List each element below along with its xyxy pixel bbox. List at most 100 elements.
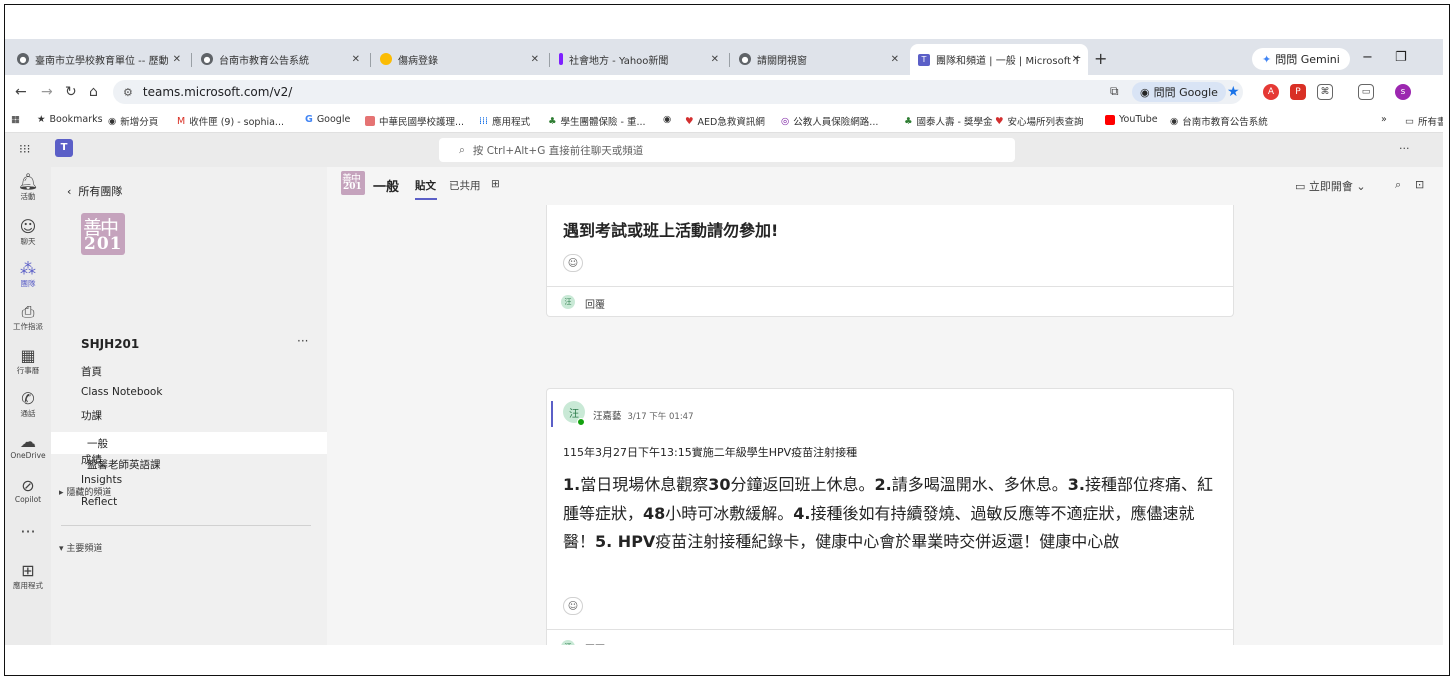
meet-now-button[interactable]: ▭ 立即開會 ⌄	[1295, 178, 1366, 194]
add-tab-icon[interactable]: ⊞	[491, 178, 500, 190]
app-icon	[380, 53, 392, 65]
body-segment: 4.	[793, 503, 811, 523]
team-nav-homework[interactable]: 功課	[81, 408, 102, 423]
bookmark-label: 所有書	[1417, 117, 1443, 128]
site-info-icon[interactable]: ⚙	[123, 86, 133, 99]
browser-tab[interactable]: ● 請關閉視窗 ✕	[731, 45, 907, 73]
close-icon[interactable]: ✕	[352, 54, 360, 65]
more-bookmarks-icon[interactable]: »	[1381, 114, 1387, 125]
channel-logo-line2: 201	[343, 182, 362, 192]
team-nav-class-notebook[interactable]: Class Notebook	[81, 386, 162, 398]
bookmark-label: 應用程式	[492, 117, 531, 128]
close-icon[interactable]: ✕	[711, 54, 719, 65]
app-launcher-icon[interactable]: ⁝⁝⁝	[19, 142, 30, 156]
expand-icon[interactable]: ⊡	[1415, 178, 1424, 191]
chevron-left-icon: ‹	[67, 185, 79, 198]
tab-shared[interactable]: 已共用	[449, 178, 481, 193]
new-tab-button[interactable]: +	[1094, 49, 1107, 68]
close-icon[interactable]: ✕	[531, 54, 539, 65]
gemini-button[interactable]: ✦ 問問 Gemini	[1252, 48, 1350, 70]
gmail-icon: M	[177, 115, 186, 127]
all-bookmarks[interactable]: ▭所有書	[1405, 114, 1443, 129]
ask-google-button[interactable]: ◉ 問問 Google	[1132, 82, 1226, 102]
assignments-icon: ⎙	[21, 302, 35, 321]
reply-row[interactable]: 汪 回覆	[547, 286, 1233, 316]
heart-icon: ♥	[685, 115, 694, 127]
author-name[interactable]: 汪嘉藝	[593, 411, 622, 422]
reload-icon[interactable]: ↻	[65, 84, 77, 100]
bookmark-item[interactable]: ◉ 新增分頁	[108, 114, 158, 129]
tab-strip: ● 臺南市立學校教育單位 -- 歷動 ✕ ● 台南市教育公告系統 ✕ 傷病登錄 …	[5, 39, 1443, 75]
bookmark-item[interactable]: ⁞⁞⁞ 應用程式	[479, 114, 531, 129]
tab-posts[interactable]: 貼文	[415, 178, 436, 193]
bookmark-label: 收件匣 (9) - sophia...	[189, 117, 284, 128]
add-reaction-icon[interactable]: ☺	[563, 597, 583, 615]
close-icon[interactable]: ✕	[173, 54, 181, 65]
channel-general[interactable]: 一般	[87, 436, 108, 451]
team-name[interactable]: SHJH201	[81, 337, 139, 351]
sidepanel-icon[interactable]: ▭	[1358, 84, 1374, 100]
search-icon[interactable]: ⌕	[1395, 178, 1401, 192]
tab-title: 台南市教育公告系統	[219, 55, 309, 67]
rail-chat[interactable]: ☺ 聊天	[5, 218, 51, 247]
reply-row[interactable]: 汪 回覆	[547, 629, 1233, 645]
url-text: teams.microsoft.com/v2/	[142, 85, 293, 99]
browser-tab[interactable]: 傷病登錄 ✕	[372, 45, 547, 73]
bookmark-item[interactable]: ♣ 學生團體保險 - 重...	[548, 114, 646, 129]
search-input[interactable]: ⌕ 按 Ctrl+Alt+G 直接前往聊天或頻道	[439, 138, 1015, 162]
back-arrow-icon[interactable]: ←	[15, 84, 27, 100]
home-icon[interactable]: ⌂	[89, 84, 98, 100]
browser-tab-active[interactable]: T 團隊和頻道 | 一般 | Microsoft T ✕	[910, 44, 1088, 75]
bookmark-item[interactable]: G Google	[305, 114, 350, 125]
profile-avatar[interactable]: s	[1395, 84, 1411, 100]
ask-google-label: 問問 Google	[1153, 86, 1218, 99]
rail-more[interactable]: ···	[5, 523, 51, 541]
install-app-icon[interactable]: ⧉	[1110, 84, 1119, 99]
browser-tab[interactable]: 社會地方 - Yahoo新聞 ✕	[551, 45, 727, 73]
rail-apps[interactable]: ⊞ 應用程式	[5, 562, 51, 591]
add-reaction-icon[interactable]: ☺	[563, 254, 583, 272]
extensions-icon[interactable]: ⌘	[1317, 84, 1333, 100]
bookmark-item[interactable]: ♥ AED急救資訊網	[685, 114, 765, 129]
adblock-icon[interactable]: A	[1263, 84, 1279, 100]
all-teams-back[interactable]: ‹ 所有團隊	[67, 183, 122, 199]
rail-calendar[interactable]: ▦ 行事曆	[5, 347, 51, 376]
bookmark-item[interactable]: M 收件匣 (9) - sophia...	[177, 114, 284, 129]
rail-activity[interactable]: 🔔︎ 活動	[5, 173, 51, 202]
close-icon[interactable]: ✕	[1072, 54, 1080, 65]
rail-teams[interactable]: ⁂ 團隊	[5, 260, 51, 289]
main-channels-header[interactable]: ▾ 主要頻道	[59, 541, 102, 554]
pdf-icon[interactable]: P	[1290, 84, 1306, 100]
rail-copilot[interactable]: ⊘ Copilot	[5, 477, 51, 505]
folder-icon: ▭	[1405, 115, 1414, 127]
team-more-icon[interactable]: ···	[297, 334, 308, 348]
rail-assignments[interactable]: ⎙ 工作指派	[5, 303, 51, 332]
close-icon[interactable]: ✕	[891, 54, 899, 65]
more-options-icon[interactable]: ···	[1399, 142, 1410, 155]
rail-label: 通話	[20, 409, 36, 418]
body-segment: 1.	[563, 475, 581, 494]
rail-calls[interactable]: ✆ 通話	[5, 390, 51, 419]
bookmark-item[interactable]: ◉	[663, 114, 675, 125]
bookmark-item[interactable]: ◎ 公教人員保險網路...	[781, 114, 878, 129]
apps-grid-icon[interactable]: ▦	[11, 114, 20, 125]
bookmark-star-icon[interactable]: ★	[1227, 84, 1240, 100]
channel-english-class[interactable]: 盈馨老師英語課	[87, 457, 161, 472]
bookmark-item[interactable]: 中華民國學校護理...	[365, 114, 464, 128]
team-nav-home[interactable]: 首頁	[81, 364, 102, 379]
body-segment: 30	[708, 475, 731, 494]
bookmark-item[interactable]: ♥ 安心場所列表查詢	[995, 114, 1084, 129]
bookmark-item[interactable]: YouTube	[1105, 114, 1158, 125]
hidden-channels-header[interactable]: ▸ 隱藏的頻道	[59, 485, 111, 498]
restore-icon[interactable]: ❐	[1395, 50, 1407, 65]
rail-label: 行事曆	[16, 366, 40, 375]
bookmark-item[interactable]: ◉ 台南市教育公告系統	[1170, 114, 1268, 129]
bookmark-item[interactable]: ♣ 國泰人壽 - 獎學金	[904, 114, 993, 129]
rail-onedrive[interactable]: ☁ OneDrive	[5, 433, 51, 461]
minimize-icon[interactable]: −	[1362, 50, 1373, 65]
browser-tab[interactable]: ● 臺南市立學校教育單位 -- 歷動 ✕	[9, 45, 189, 73]
browser-tab[interactable]: ● 台南市教育公告系統 ✕	[193, 45, 368, 73]
forward-arrow-icon[interactable]: →	[41, 84, 53, 100]
bookmark-item[interactable]: ★ Bookmarks	[37, 114, 103, 125]
url-field[interactable]: ⚙ teams.microsoft.com/v2/	[113, 80, 1243, 104]
